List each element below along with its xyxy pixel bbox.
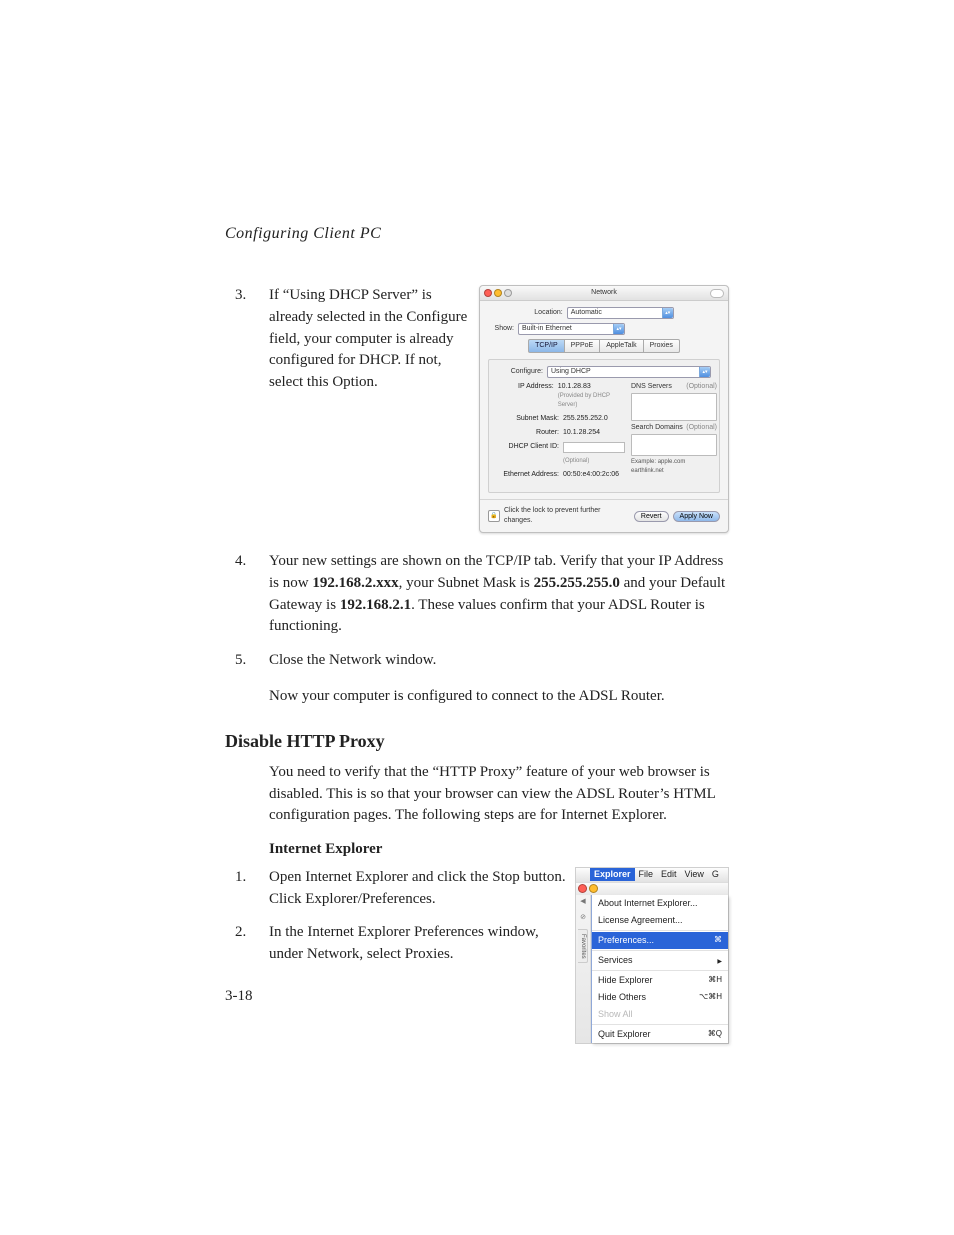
router-value: 10.1.28.254 — [563, 428, 600, 438]
close-icon[interactable] — [578, 884, 587, 893]
dns-optional: (Optional) — [686, 382, 717, 392]
page-number: 3-18 — [225, 988, 253, 1005]
clientid-note: (Optional) — [563, 457, 625, 466]
ip-note: (Provided by DHCP Server) — [558, 392, 625, 409]
tcpip-tab-content: Configure: Using DHCP ▴▾ IP Address: — [488, 359, 720, 493]
revert-button[interactable]: Revert — [634, 511, 669, 522]
ip-value: 10.1.28.83 — [558, 383, 591, 390]
window-title: Network — [480, 288, 728, 298]
apply-now-button[interactable]: Apply Now — [673, 511, 720, 522]
section-heading: Disable HTTP Proxy — [225, 728, 729, 754]
menu-view[interactable]: View — [681, 868, 708, 881]
menu-item-about[interactable]: About Internet Explorer... — [592, 895, 728, 912]
step-number: 4. — [225, 551, 269, 638]
menu-item-license[interactable]: License Agreement... — [592, 912, 728, 929]
example-label: Example: — [631, 459, 656, 465]
step-number: 2. — [225, 922, 269, 966]
show-label: Show: — [488, 324, 514, 334]
menu-separator — [592, 970, 728, 971]
ethaddr-label: Ethernet Address: — [497, 470, 559, 480]
menubar: Explorer File Edit View G — [576, 868, 728, 882]
menu-item-hide-others[interactable]: Hide Others ⌥⌘H — [592, 989, 728, 1006]
step-4: 4. Your new settings are shown on the TC… — [225, 551, 729, 638]
clientid-input[interactable] — [563, 442, 625, 453]
favorites-tab[interactable]: Favorites — [578, 929, 588, 963]
clientid-label: DHCP Client ID: — [497, 442, 559, 452]
tab-proxies[interactable]: Proxies — [643, 339, 680, 353]
step-5: 5. Close the Network window. — [225, 650, 729, 672]
tab-pppoe[interactable]: PPPoE — [564, 339, 600, 353]
search-domains-input[interactable] — [631, 434, 717, 456]
menu-item-show-all: Show All — [592, 1006, 728, 1023]
page-content: 3. If “Using DHCP Server” is already sel… — [225, 285, 729, 1044]
step-list-c: 1. Open Internet Explorer and click the … — [225, 867, 567, 966]
back-icon[interactable]: ◀ — [580, 897, 585, 907]
step-list-a: 3. If “Using DHCP Server” is already sel… — [225, 285, 471, 394]
tab-appletalk[interactable]: AppleTalk — [599, 339, 642, 353]
tab-tcpip[interactable]: TCP/IP — [528, 339, 564, 353]
step-number: 1. — [225, 867, 269, 911]
menu-separator — [592, 1024, 728, 1025]
step-number: 3. — [225, 285, 269, 394]
step-text: Close the Network window. — [269, 650, 729, 672]
step-text: If “Using DHCP Server” is already select… — [269, 285, 471, 394]
menu-go[interactable]: G — [708, 868, 723, 881]
explorer-menu-figure: Explorer File Edit View G ◀ ⊘ — [575, 867, 729, 1044]
menu-item-preferences[interactable]: Preferences... ⌘ — [592, 932, 728, 949]
step-3: 3. If “Using DHCP Server” is already sel… — [225, 285, 471, 394]
chevron-updown-icon: ▴▾ — [699, 367, 710, 377]
ethaddr-value: 00:50:e4:00:2c:06 — [563, 470, 619, 480]
location-value: Automatic — [571, 308, 602, 318]
configure-select[interactable]: Using DHCP ▴▾ — [547, 366, 711, 378]
chevron-updown-icon: ▴▾ — [613, 324, 624, 334]
chevron-updown-icon: ▴▾ — [662, 308, 673, 318]
subnet-label: Subnet Mask: — [497, 414, 559, 424]
step-text: Your new settings are shown on the TCP/I… — [269, 551, 729, 638]
dns-servers-input[interactable] — [631, 393, 717, 421]
document-page: Configuring Client PC 3. If “Using DHCP … — [0, 0, 954, 1235]
stop-icon[interactable]: ⊘ — [580, 913, 586, 923]
intro-paragraph: You need to verify that the “HTTP Proxy”… — [269, 762, 729, 827]
menu-explorer[interactable]: Explorer — [590, 868, 635, 881]
browser-sidebar: ◀ ⊘ Favorites — [576, 895, 591, 1043]
step-number: 5. — [225, 650, 269, 672]
menu-file[interactable]: File — [635, 868, 658, 881]
search-optional: (Optional) — [686, 423, 717, 433]
menu-item-hide-explorer[interactable]: Hide Explorer ⌘H — [592, 972, 728, 989]
ip-label: IP Address: — [497, 382, 554, 392]
configure-value: Using DHCP — [551, 367, 591, 377]
window-titlebar: Network — [480, 286, 728, 301]
router-label: Router: — [497, 428, 559, 438]
step-list-b: 4. Your new settings are shown on the TC… — [225, 551, 729, 672]
menu-item-quit[interactable]: Quit Explorer ⌘Q — [592, 1026, 728, 1043]
toolbar-toggle-icon[interactable] — [710, 289, 724, 298]
subsection-heading: Internet Explorer — [269, 839, 729, 861]
dns-label: DNS Servers — [631, 382, 672, 392]
lock-icon[interactable]: 🔒 — [488, 510, 500, 522]
subnet-value: 255.255.252.0 — [563, 414, 608, 424]
step-text: Open Internet Explorer and click the Sto… — [269, 867, 567, 911]
menu-separator — [592, 950, 728, 951]
show-select[interactable]: Built-in Ethernet ▴▾ — [518, 323, 625, 335]
location-select[interactable]: Automatic ▴▾ — [567, 307, 674, 319]
menu-edit[interactable]: Edit — [657, 868, 681, 881]
show-value: Built-in Ethernet — [522, 324, 572, 334]
chevron-right-icon — [717, 954, 722, 967]
network-prefs-window: Network Location: Automatic ▴▾ Show: — [479, 285, 729, 533]
browser-toolbar — [576, 882, 728, 895]
lock-message: Click the lock to prevent further change… — [504, 506, 630, 526]
menu-item-services[interactable]: Services — [592, 952, 728, 969]
search-domains-label: Search Domains — [631, 423, 683, 433]
step-text: In the Internet Explorer Preferences win… — [269, 922, 567, 966]
running-header: Configuring Client PC — [225, 225, 729, 243]
menu-separator — [592, 930, 728, 931]
location-label: Location: — [534, 308, 562, 318]
step-c1: 1. Open Internet Explorer and click the … — [225, 867, 567, 911]
minimize-icon[interactable] — [589, 884, 598, 893]
tab-bar: TCP/IP PPPoE AppleTalk Proxies — [488, 339, 720, 353]
closing-paragraph: Now your computer is configured to conne… — [269, 686, 729, 708]
explorer-dropdown: About Internet Explorer... License Agree… — [591, 895, 728, 1043]
configure-label: Configure: — [497, 367, 543, 377]
step-c2: 2. In the Internet Explorer Preferences … — [225, 922, 567, 966]
